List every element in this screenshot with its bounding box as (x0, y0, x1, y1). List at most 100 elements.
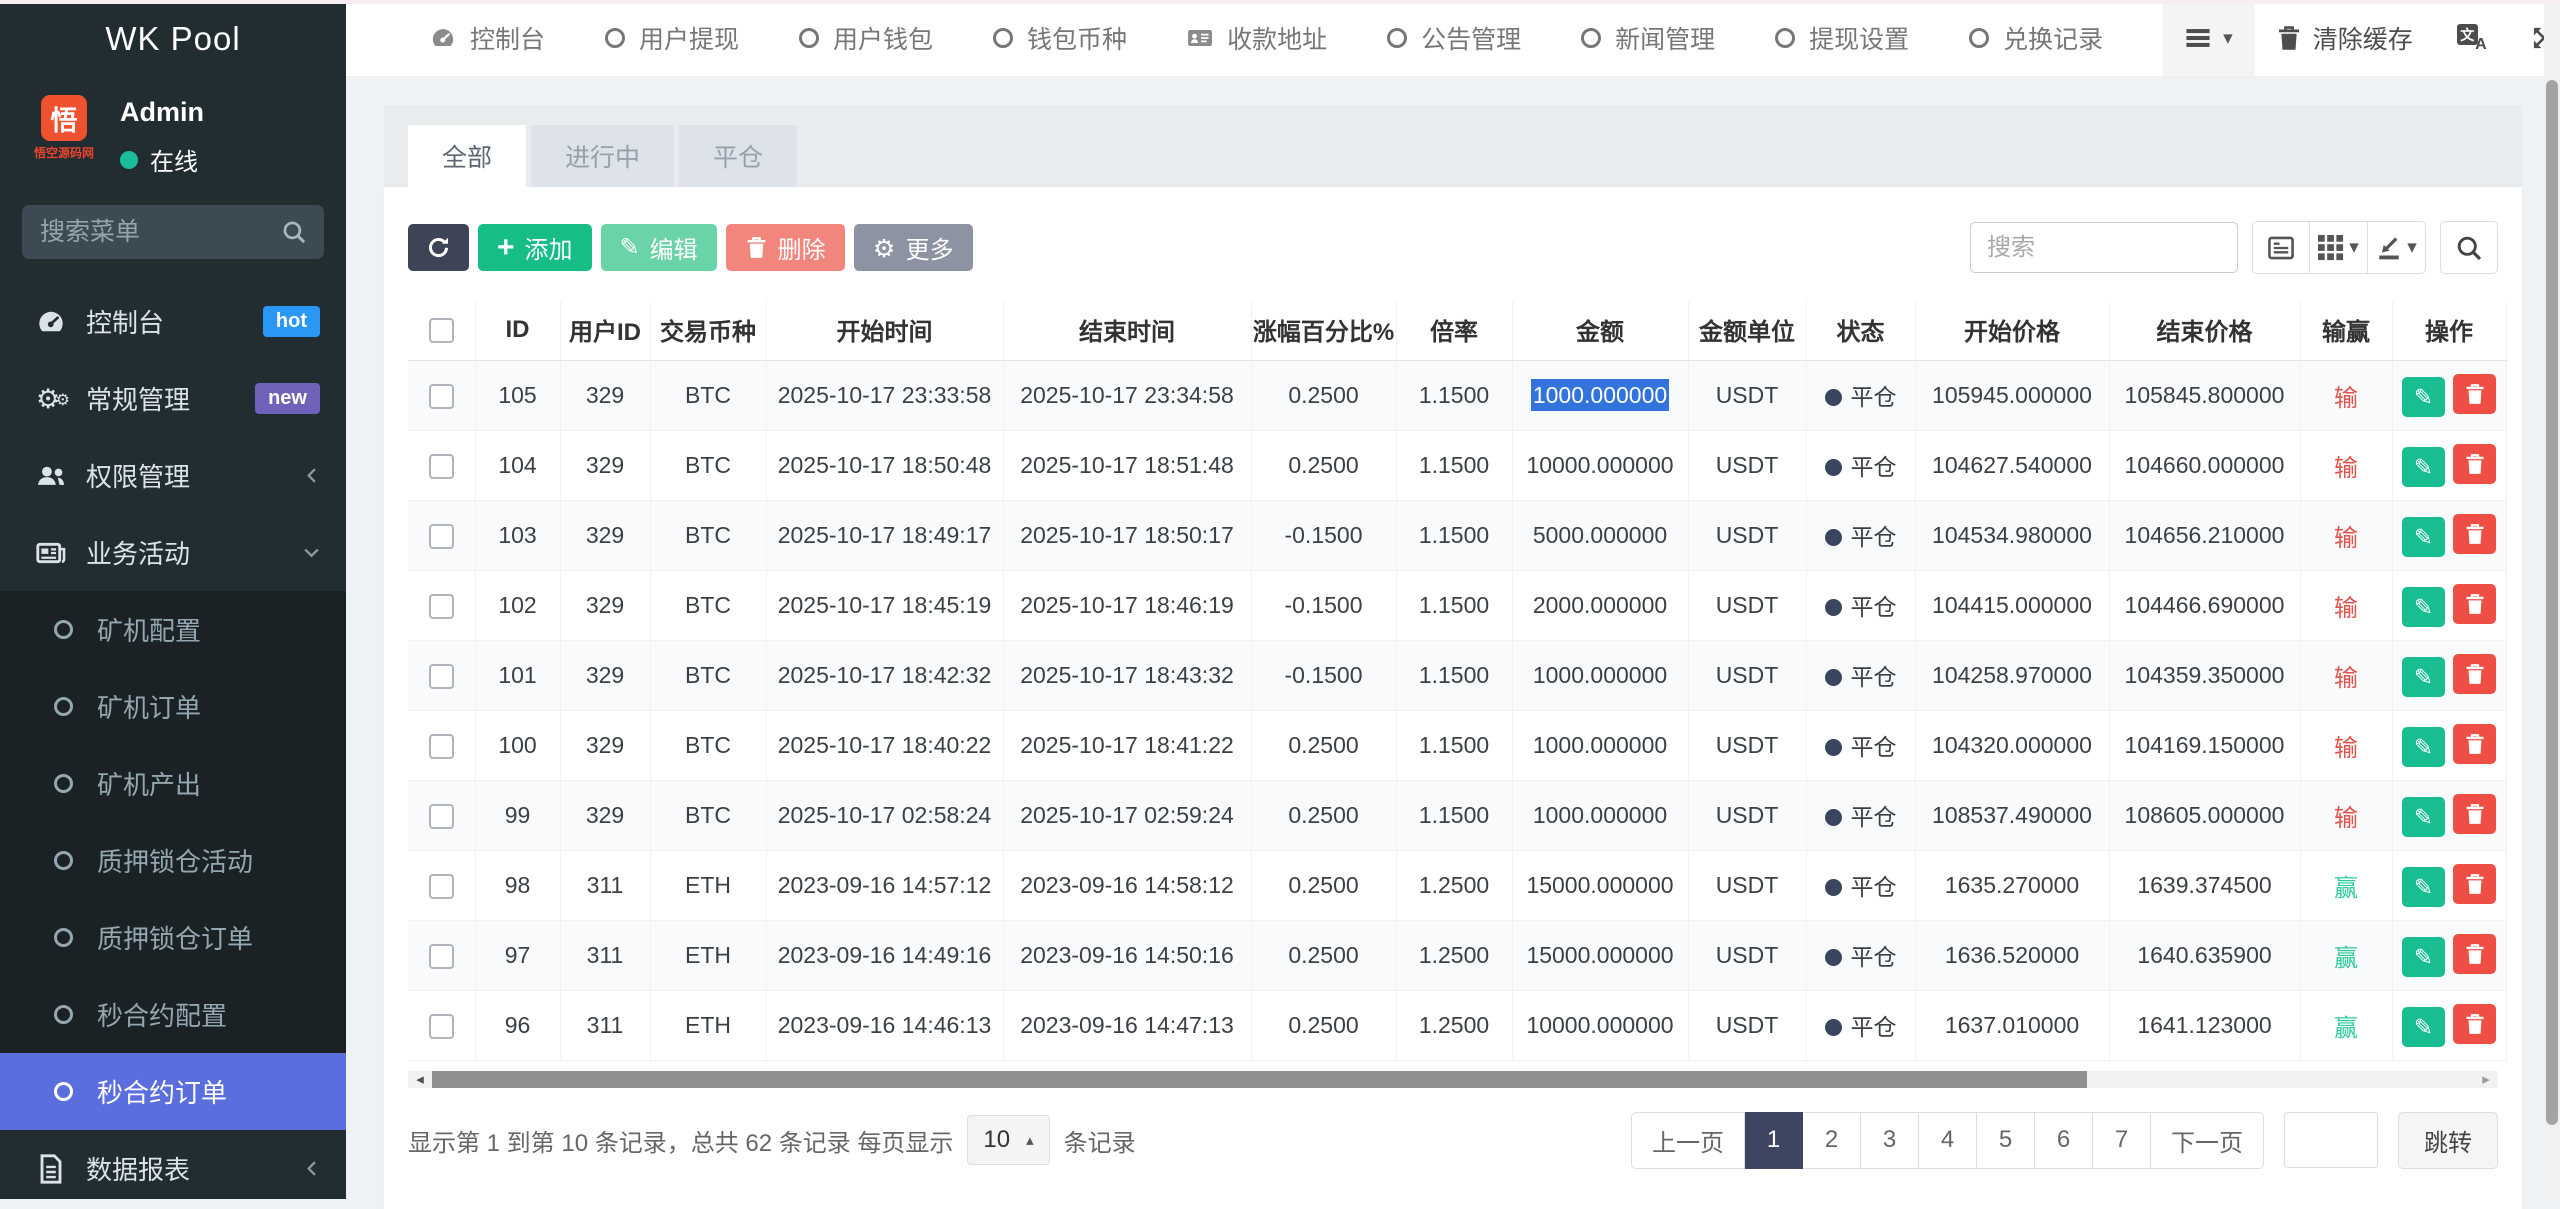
tab-0[interactable]: 全部 (408, 125, 526, 187)
refresh-button[interactable] (408, 224, 469, 271)
cell-actions: ✎ (2392, 430, 2506, 500)
row-delete-button[interactable] (2453, 584, 2496, 624)
tab-1[interactable]: 进行中 (531, 125, 674, 187)
sidebar-item-6[interactable]: 矿机产出 (0, 745, 346, 822)
row-checkbox[interactable] (429, 384, 454, 409)
sidebar-item-10[interactable]: 秒合约订单 (0, 1053, 346, 1130)
quick-list-button[interactable]: ▾ (2163, 0, 2255, 76)
export-button[interactable]: ▾ (2368, 221, 2426, 274)
page-button-6[interactable]: 6 (2035, 1112, 2093, 1169)
row-delete-button[interactable] (2453, 654, 2496, 694)
row-edit-button[interactable]: ✎ (2402, 937, 2445, 977)
sidebar-item-8[interactable]: 质押锁仓订单 (0, 899, 346, 976)
tab-2[interactable]: 平仓 (679, 125, 797, 187)
cell-unit: USDT (1688, 570, 1806, 640)
row-checkbox[interactable] (429, 874, 454, 899)
row-delete-button[interactable] (2453, 794, 2496, 834)
detail-view-button[interactable] (2252, 221, 2310, 274)
row-checkbox[interactable] (429, 734, 454, 759)
nav-link-0[interactable]: 控制台 (430, 20, 545, 56)
row-delete-button[interactable] (2453, 374, 2496, 414)
table-header-row: ID用户ID交易币种开始时间结束时间涨幅百分比%倍率金额金额单位状态开始价格结束… (408, 300, 2506, 360)
sidebar-item-0[interactable]: 控制台hot (0, 283, 346, 360)
trash-icon (2464, 383, 2486, 405)
cell-end-time: 2025-10-17 18:50:17 (1003, 500, 1251, 570)
orders-table: ID用户ID交易币种开始时间结束时间涨幅百分比%倍率金额金额单位状态开始价格结束… (408, 300, 2507, 1061)
vertical-scrollbar-thumb[interactable] (2546, 80, 2558, 1125)
menu-search-input[interactable] (22, 205, 324, 259)
add-button[interactable]: +添加 (478, 224, 592, 271)
nav-link-4[interactable]: 收款地址 (1187, 20, 1327, 56)
table-search-input[interactable] (1970, 222, 2238, 273)
nav-link-2[interactable]: 用户钱包 (799, 20, 933, 56)
row-checkbox[interactable] (429, 594, 454, 619)
cell-rate: 1.1500 (1396, 710, 1512, 780)
row-delete-button[interactable] (2453, 864, 2496, 904)
page-button-4[interactable]: 4 (1919, 1112, 1977, 1169)
jump-button[interactable]: 跳转 (2398, 1112, 2498, 1169)
row-delete-button[interactable] (2453, 444, 2496, 484)
row-checkbox[interactable] (429, 454, 454, 479)
sidebar-item-2[interactable]: 权限管理 (0, 437, 346, 514)
row-edit-button[interactable]: ✎ (2402, 657, 2445, 697)
select-all-checkbox[interactable] (429, 318, 454, 343)
scroll-left-arrow-icon[interactable]: ◂ (408, 1071, 432, 1088)
view-button-group: ▾▾ (2252, 221, 2426, 274)
nav-link-5[interactable]: 公告管理 (1387, 20, 1521, 56)
row-edit-button[interactable]: ✎ (2402, 587, 2445, 627)
row-delete-button[interactable] (2453, 1004, 2496, 1044)
cell-close-price: 104169.150000 (2109, 710, 2300, 780)
row-delete-button[interactable] (2453, 514, 2496, 554)
row-checkbox[interactable] (429, 944, 454, 969)
row-checkbox[interactable] (429, 1014, 454, 1039)
nav-link-6[interactable]: 新闻管理 (1581, 20, 1715, 56)
translate-button[interactable]: 文A (2435, 0, 2509, 76)
more-button[interactable]: ⚙更多 (854, 224, 973, 271)
delete-button[interactable]: 删除 (726, 224, 845, 271)
row-delete-button[interactable] (2453, 724, 2496, 764)
row-delete-button[interactable] (2453, 934, 2496, 974)
sidebar-item-5[interactable]: 矿机订单 (0, 668, 346, 745)
page-button-1[interactable]: 1 (1745, 1112, 1803, 1169)
row-checkbox[interactable] (429, 804, 454, 829)
jump-page-input[interactable] (2284, 1112, 2378, 1168)
sidebar-item-9[interactable]: 秒合约配置 (0, 976, 346, 1053)
per-page-select[interactable]: 10 ▴ (967, 1115, 1049, 1165)
row-edit-button[interactable]: ✎ (2402, 447, 2445, 487)
edit-button[interactable]: ✎编辑 (601, 224, 717, 271)
row-checkbox[interactable] (429, 664, 454, 689)
nav-link-8[interactable]: 兑换记录 (1969, 20, 2103, 56)
sidebar-item-4[interactable]: 矿机配置 (0, 591, 346, 668)
row-edit-button[interactable]: ✎ (2402, 1007, 2445, 1047)
row-checkbox[interactable] (429, 524, 454, 549)
nav-link-7[interactable]: 提现设置 (1775, 20, 1909, 56)
sidebar-item-3[interactable]: 业务活动 (0, 514, 346, 591)
nav-link-1[interactable]: 用户提现 (605, 20, 739, 56)
online-dot (120, 151, 138, 169)
page-button-5[interactable]: 5 (1977, 1112, 2035, 1169)
page-button-3[interactable]: 3 (1861, 1112, 1919, 1169)
sidebar-item-11[interactable]: 数据报表 (0, 1130, 346, 1207)
row-edit-button[interactable]: ✎ (2402, 797, 2445, 837)
page-button-7[interactable]: 7 (2093, 1112, 2151, 1169)
clear-cache-button[interactable]: 清除缓存 (2255, 0, 2435, 76)
page-button-2[interactable]: 2 (1803, 1112, 1861, 1169)
prev-page-button[interactable]: 上一页 (1631, 1112, 1745, 1169)
cell-amount: 1000.000000 (1512, 710, 1688, 780)
nav-link-3[interactable]: 钱包币种 (993, 20, 1127, 56)
row-edit-button[interactable]: ✎ (2402, 727, 2445, 767)
row-edit-button[interactable]: ✎ (2402, 377, 2445, 417)
row-edit-button[interactable]: ✎ (2402, 867, 2445, 907)
next-page-button[interactable]: 下一页 (2151, 1112, 2264, 1169)
search-button[interactable] (2440, 221, 2498, 274)
horizontal-scrollbar-thumb[interactable] (432, 1071, 2087, 1088)
cell-end-time: 2023-09-16 14:58:12 (1003, 850, 1251, 920)
circle-icon (54, 851, 73, 870)
scroll-right-arrow-icon[interactable]: ▸ (2474, 1071, 2498, 1088)
chevron-left-icon (303, 1160, 320, 1177)
sidebar-item-1[interactable]: ⚙⚙常规管理new (0, 360, 346, 437)
column-header-1: 用户ID (560, 300, 650, 360)
row-edit-button[interactable]: ✎ (2402, 517, 2445, 557)
columns-button[interactable]: ▾ (2310, 221, 2368, 274)
sidebar-item-7[interactable]: 质押锁仓活动 (0, 822, 346, 899)
